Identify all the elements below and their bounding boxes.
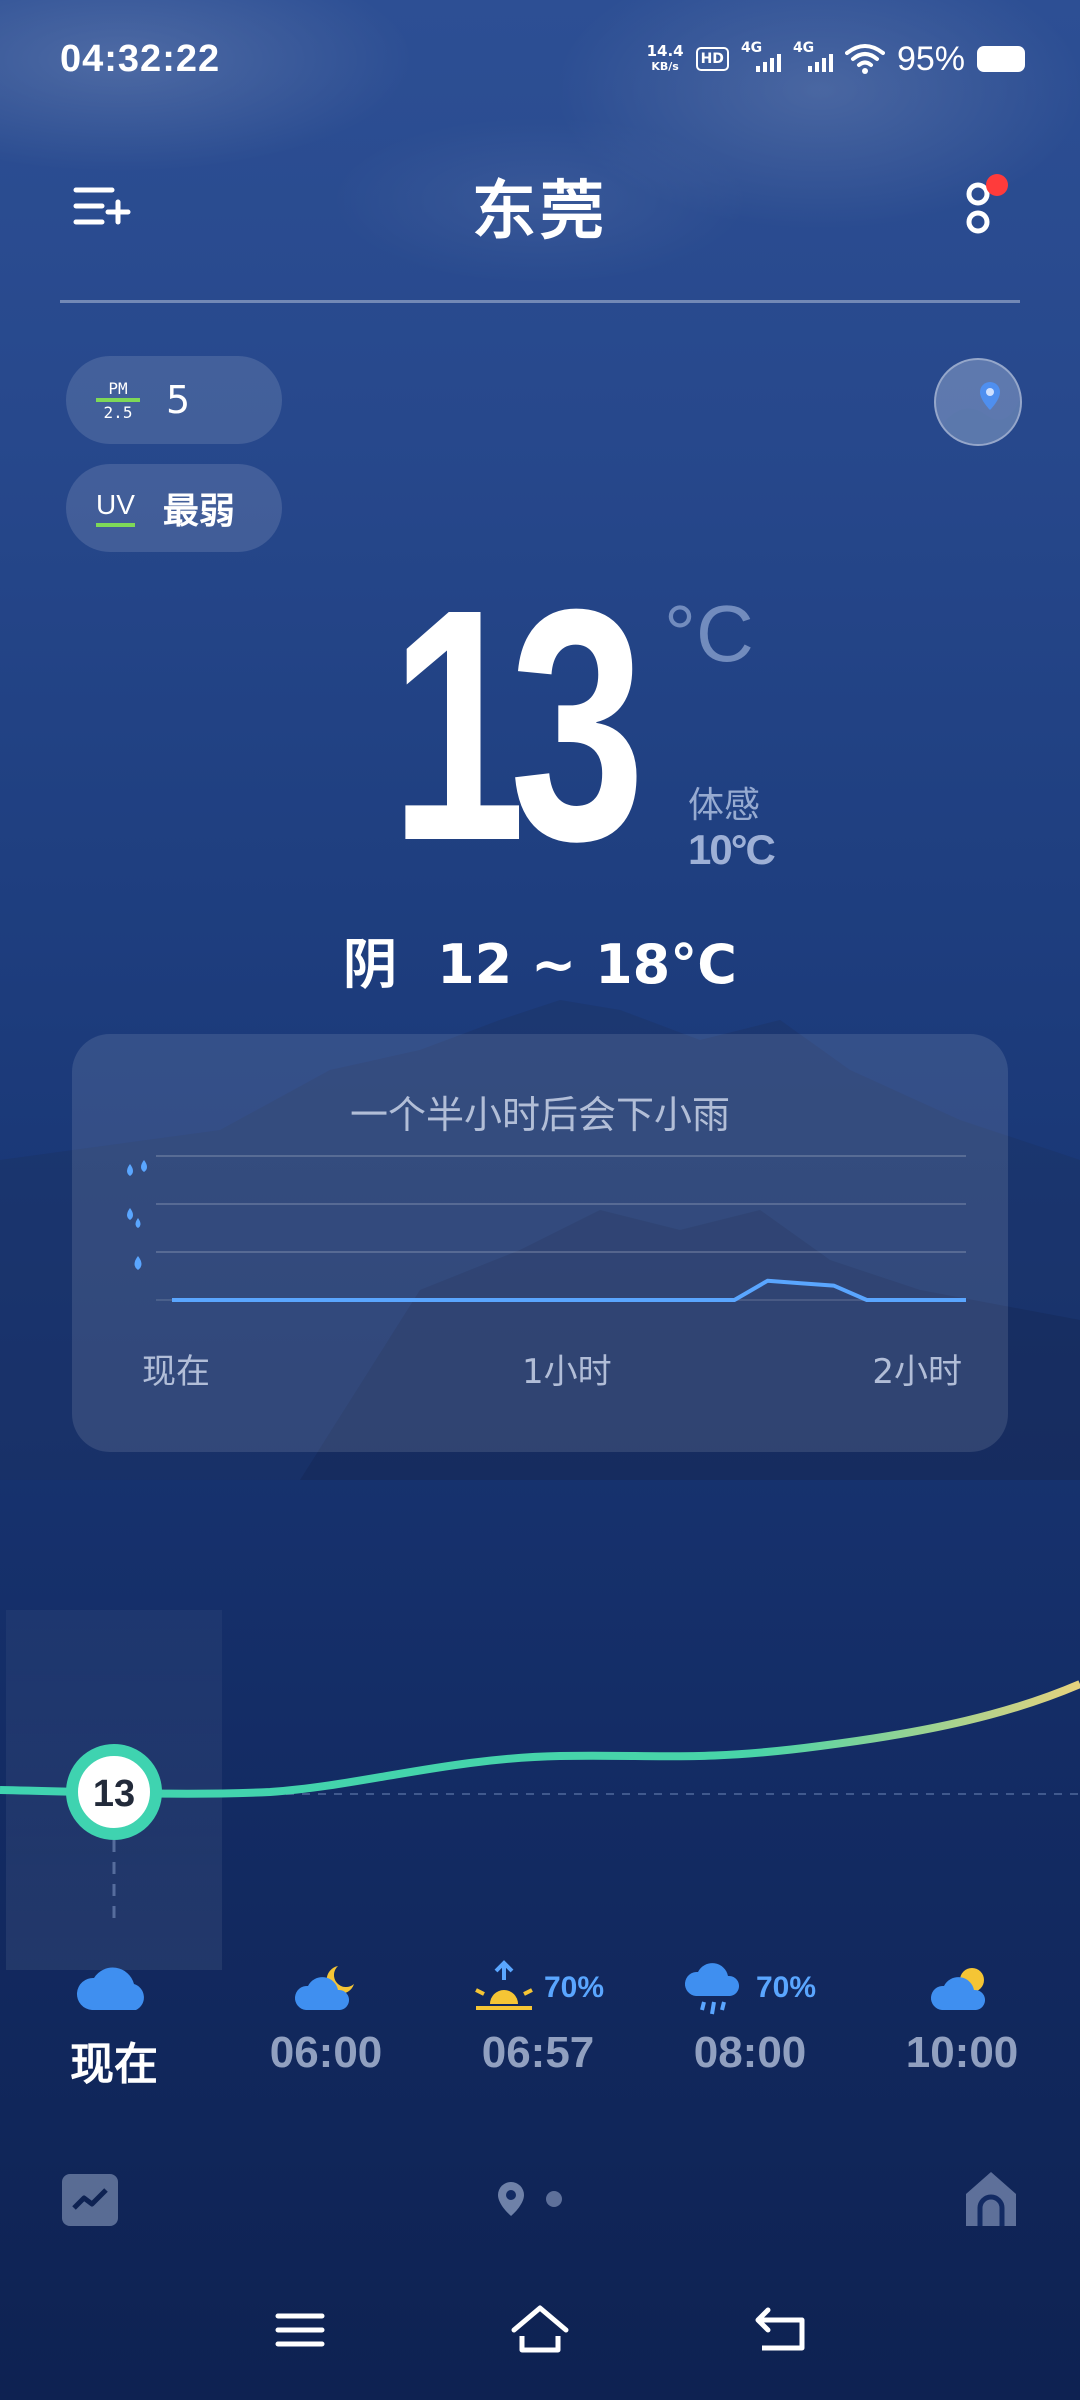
heavy-rain-icon [127,1160,147,1176]
uv-icon: UV [96,489,135,527]
app-header: 东莞 [60,160,1020,250]
network-speed: 14.4 KB/s [647,44,684,74]
home-button[interactable] [510,2300,570,2360]
light-rain-icon [134,1256,142,1270]
pm25-icon: PM 2.5 [96,380,140,421]
wifi-icon [844,44,885,74]
hour-item-0657[interactable]: 70% 06:57 [432,1950,644,2078]
hour-pct-0657: 70% [543,1971,605,2004]
trend-icon [72,2188,108,2210]
cloud-icon [76,1967,144,2010]
map-pin-icon [936,382,1020,444]
cloud-sun-icon [930,1968,986,2010]
hour-time-now: 现在 [70,2039,158,2090]
sunrise-icon [475,1960,533,2010]
hour-item-now[interactable]: 现在 [8,1950,220,2092]
feels-like-value: 10°C [688,826,776,873]
hour-time-0600: 06:00 [269,2028,383,2077]
hour-item-0600[interactable]: 06:00 [220,1950,432,2078]
status-clock: 04:32:22 [60,37,221,80]
system-nav-bar [0,2300,1080,2370]
cloud-moon-icon [294,1966,354,2010]
location-pin-icon [498,2182,524,2216]
current-temperature: 13 [390,540,645,909]
map-location-button[interactable] [934,358,1022,446]
rain-chart [127,1155,966,1302]
status-bar: 04:32:22 14.4 KB/s HD 4G 4G 95% [60,34,1025,84]
header-divider [60,300,1020,303]
hd-voice-icon: HD [695,47,729,71]
notification-dot [986,174,1008,196]
hour-pct-0800: 70% [755,1971,817,2004]
hour-item-0800[interactable]: 70% 08:00 [644,1950,856,2078]
rain-cloud-icon [684,1963,740,2015]
hour-time-0657: 06:57 [481,2028,595,2077]
rain-line [172,1278,966,1302]
battery-icon [977,46,1025,72]
moderate-rain-icon [127,1208,141,1228]
city-name: 东莞 [472,175,608,249]
rain-forecast-card[interactable]: 一个半小时后会下小雨 现在 1小时 2小时 [72,1034,1008,1452]
uv-value: 最弱 [162,491,235,532]
now-temp-text: 13 [93,1773,135,1815]
uv-chip[interactable]: UV 最弱 [66,464,282,552]
trend-chart-button[interactable] [62,2174,118,2226]
pm25-value: 5 [166,378,191,422]
signal-sim2-icon: 4G [793,40,833,74]
pm25-icon-top: PM [108,378,128,398]
page-dot [546,2191,562,2207]
back-button[interactable] [752,2300,812,2360]
hour-item-1000[interactable]: 10:00 [856,1950,1068,2078]
temperature-unit: °C [664,589,754,678]
home-location-button[interactable] [962,2168,1020,2228]
rain-gridlines [156,1155,966,1301]
feels-like-label: 体感 [688,785,761,826]
weather-screen: 04:32:22 14.4 KB/s HD 4G 4G 95% 东莞 PM 2.… [0,0,1080,2400]
rain-axis-2h: 2小时 [872,1352,962,1392]
more-options-button[interactable] [960,174,1008,238]
city-pager[interactable] [496,2180,562,2218]
rain-axis-now: 现在 [142,1352,210,1392]
temperature-curve [0,1680,1080,1798]
network-speed-value: 14.4 [646,42,684,60]
pm25-icon-bottom: 2.5 [103,402,133,422]
network-speed-unit: KB/s [651,60,679,73]
status-icons: 14.4 KB/s HD 4G 4G 95% [647,40,1025,79]
hourly-temperature-chart: 13 [0,1680,1080,1920]
recent-apps-button[interactable] [270,2300,330,2360]
pm25-chip[interactable]: PM 2.5 5 [66,356,282,444]
battery-percent: 95% [896,39,965,78]
hourly-forecast: 现在 06:00 70% 06:57 70% 08:00 10:00 [0,1950,1080,2110]
hour-time-0800: 08:00 [693,2028,807,2077]
signal-sim1-icon: 4G [741,40,781,74]
rain-forecast-message: 一个半小时后会下小雨 [349,1093,730,1137]
rain-axis-1h: 1小时 [522,1352,612,1392]
hour-time-1000: 10:00 [905,2028,1019,2077]
